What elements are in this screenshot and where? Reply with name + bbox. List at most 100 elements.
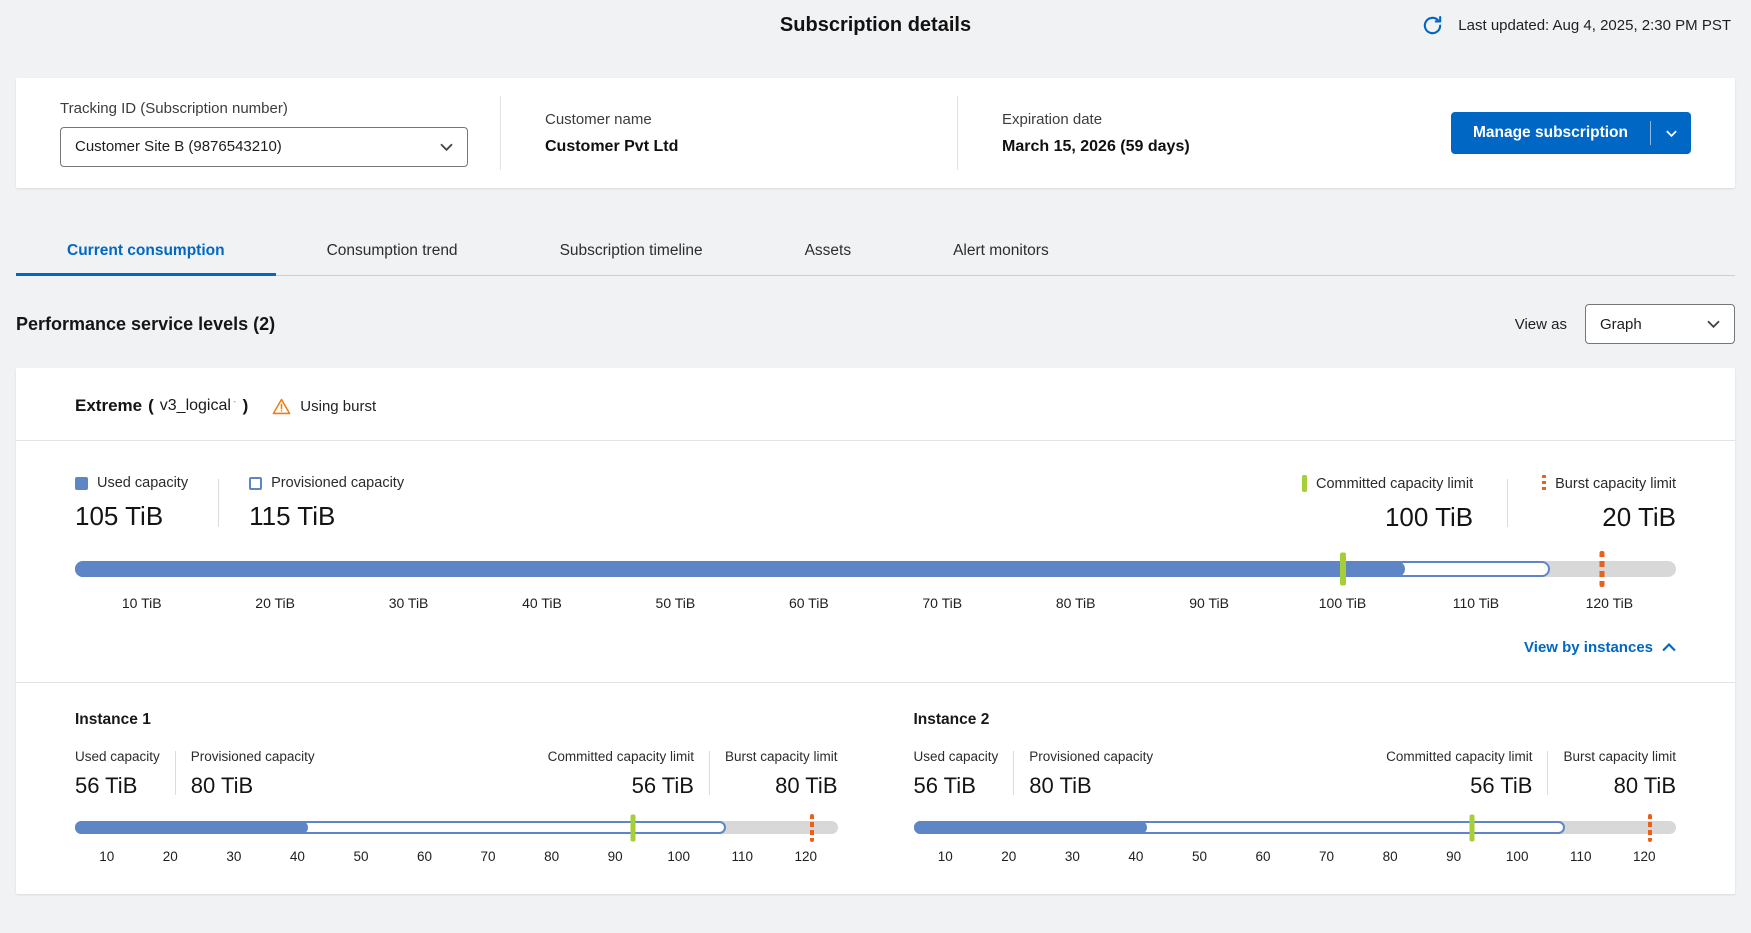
view-by-instances-link[interactable]: View by instances (1524, 639, 1676, 656)
instance-used-stat: Used capacity 56 TiB (75, 749, 160, 799)
burst-warning-text: Using burst (300, 398, 376, 415)
customer-name-label: Customer name (545, 111, 957, 128)
expiration-date-value: March 15, 2026 (59 days) (1002, 138, 1388, 156)
performance-section-header: Performance service levels (2) View as G… (16, 304, 1735, 344)
axis-tick: 40 (1104, 849, 1168, 864)
provisioned-capacity-metric: Provisioned capacity 115 TiB (249, 475, 404, 532)
burst-limit-label: Burst capacity limit (1555, 476, 1676, 492)
axis-tick: 40 (266, 849, 330, 864)
capacity-bar (75, 561, 1676, 577)
axis-tick: 20 TiB (208, 595, 341, 611)
customer-name-value: Customer Pvt Ltd (545, 138, 957, 156)
page-title: Subscription details (780, 14, 971, 37)
tracking-id-select[interactable]: Customer Site B (9876543210) (60, 127, 468, 167)
instance-used-stat: Used capacity 56 TiB (914, 749, 999, 799)
used-capacity-metric: Used capacity 105 TiB (75, 475, 188, 532)
axis-tick: 40 TiB (475, 595, 608, 611)
axis-tick: 120 (1613, 849, 1677, 864)
axis-tick: 80 (520, 849, 584, 864)
paren-open: ( (148, 396, 154, 416)
committed-limit-value: 100 TiB (1302, 502, 1473, 533)
axis-tick: 70 (456, 849, 520, 864)
axis-tick: 70 (1295, 849, 1359, 864)
paren-close: ) (243, 396, 249, 416)
view-as-select[interactable]: Graph (1585, 304, 1735, 344)
burst-limit-marker (1600, 551, 1605, 587)
burst-limit-value: 20 TiB (1542, 502, 1676, 533)
instance-capacity-axis: 10 20 30 40 50 60 70 80 90 100 110 120 (75, 849, 838, 864)
axis-tick: 90 (1422, 849, 1486, 864)
committed-limit-marker (631, 814, 636, 841)
instance-burst-stat: Burst capacity limit 80 TiB (725, 749, 838, 799)
tab-subscription-timeline[interactable]: Subscription timeline (509, 230, 754, 276)
instance-capacity-bar (914, 821, 1677, 834)
section-title: Performance service levels (2) (16, 314, 1515, 335)
view-as-label: View as (1515, 316, 1567, 333)
committed-limit-marker (1340, 553, 1346, 586)
divider (709, 751, 710, 795)
axis-tick: 110 TiB (1409, 595, 1542, 611)
provisioned-capacity-value: 115 TiB (249, 501, 404, 532)
view-by-instances-label: View by instances (1524, 639, 1653, 656)
axis-tick: 30 TiB (342, 595, 475, 611)
instance-panel-2: Instance 2 Used capacity 56 TiB Provisio… (914, 711, 1677, 864)
axis-tick: 10 (914, 849, 978, 864)
axis-tick: 80 TiB (1009, 595, 1142, 611)
tab-alert-monitors[interactable]: Alert monitors (902, 230, 1100, 276)
axis-tick: 30 (202, 849, 266, 864)
capacity-axis: 10 TiB 20 TiB 30 TiB 40 TiB 50 TiB 60 Ti… (75, 595, 1676, 611)
axis-tick: 50 TiB (609, 595, 742, 611)
used-capacity-label: Used capacity (97, 475, 188, 491)
burst-limit-swatch-icon (1542, 475, 1546, 492)
tab-assets[interactable]: Assets (754, 230, 903, 276)
axis-tick: 110 (710, 849, 774, 864)
refresh-button[interactable] (1418, 11, 1446, 39)
provisioned-capacity-swatch-icon (249, 477, 262, 490)
tab-consumption-trend[interactable]: Consumption trend (276, 230, 509, 276)
instance-burst-stat: Burst capacity limit 80 TiB (1563, 749, 1676, 799)
axis-tick: 20 (139, 849, 203, 864)
axis-tick: 90 TiB (1142, 595, 1275, 611)
expiration-date-label: Expiration date (1002, 111, 1388, 128)
tracking-id-value: Customer Site B (9876543210) (75, 138, 282, 155)
burst-warning: Using burst (272, 398, 376, 415)
axis-tick: 100 (647, 849, 711, 864)
qos-policy-name: v3_logical (160, 397, 231, 415)
used-capacity-bar (75, 561, 1405, 577)
tracking-id-label: Tracking ID (Subscription number) (60, 100, 500, 117)
manage-subscription-split-button: Manage subscription (1451, 112, 1691, 154)
divider (1547, 751, 1548, 795)
subscription-info-card: Tracking ID (Subscription number) Custom… (16, 78, 1735, 188)
chevron-down-icon (1666, 130, 1677, 137)
used-capacity-bar (75, 821, 308, 834)
axis-tick: 70 TiB (876, 595, 1009, 611)
axis-tick: 120 TiB (1543, 595, 1676, 611)
committed-limit-label: Committed capacity limit (1316, 476, 1473, 492)
axis-tick: 50 (1168, 849, 1232, 864)
burst-limit-marker (810, 814, 814, 842)
manage-subscription-button[interactable]: Manage subscription (1451, 112, 1650, 154)
divider (175, 751, 176, 795)
provisioned-capacity-label: Provisioned capacity (271, 475, 404, 491)
instance-committed-stat: Committed capacity limit 56 TiB (1386, 749, 1532, 799)
instance-title: Instance 1 (75, 711, 838, 729)
committed-limit-swatch-icon (1302, 475, 1307, 492)
axis-tick: 100 TiB (1276, 595, 1409, 611)
service-level-title: Extreme ( v3_logical ˋ ) Using burst (16, 396, 1735, 440)
chevron-up-icon (1662, 643, 1676, 652)
used-capacity-bar (914, 821, 1147, 834)
tab-bar: Current consumption Consumption trend Su… (16, 230, 1735, 276)
instance-title: Instance 2 (914, 711, 1677, 729)
service-level-name: Extreme (75, 396, 142, 416)
axis-tick: 110 (1549, 849, 1613, 864)
chevron-down-icon (1707, 320, 1720, 328)
burst-limit-metric: Burst capacity limit 20 TiB (1542, 475, 1676, 533)
instances-section: Instance 1 Used capacity 56 TiB Provisio… (16, 683, 1735, 864)
divider (1507, 479, 1508, 527)
axis-tick: 60 (1231, 849, 1295, 864)
tab-current-consumption[interactable]: Current consumption (16, 230, 276, 276)
instance-provisioned-stat: Provisioned capacity 80 TiB (191, 749, 315, 799)
instance-capacity-axis: 10 20 30 40 50 60 70 80 90 100 110 120 (914, 849, 1677, 864)
chevron-down-icon (440, 143, 453, 151)
manage-subscription-caret-button[interactable] (1651, 112, 1691, 154)
